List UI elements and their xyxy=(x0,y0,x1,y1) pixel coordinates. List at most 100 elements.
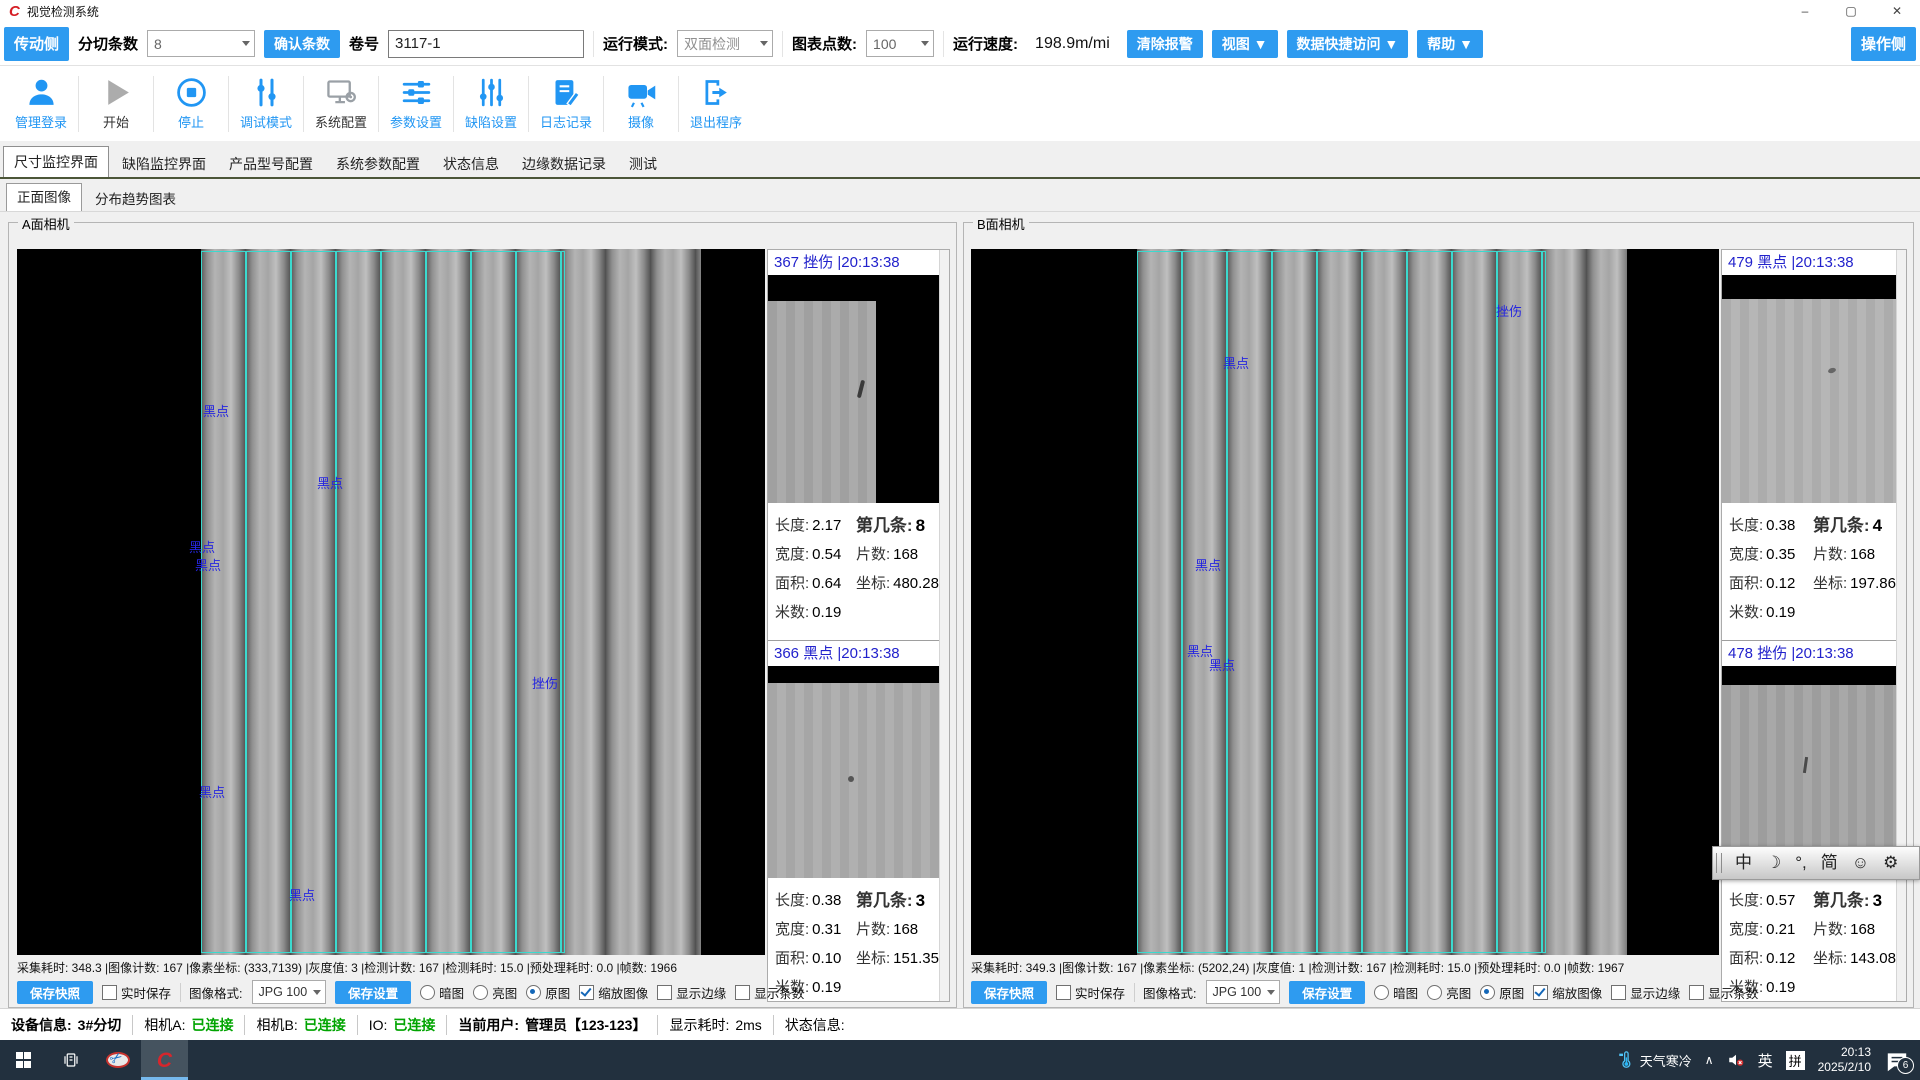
action-user[interactable]: 管理登录 xyxy=(8,76,74,131)
tab-3[interactable]: 系统参数配置 xyxy=(326,151,430,177)
show-edges-checkbox[interactable]: 显示边缘 xyxy=(657,983,726,1002)
data-quick-access-button[interactable]: 数据快捷访问 ▼ xyxy=(1287,30,1409,58)
weather-widget[interactable]: 天气寒冷 xyxy=(1617,1051,1692,1070)
checkbox-label: 显示边缘 xyxy=(1630,983,1680,1002)
action-play[interactable]: 开始 xyxy=(83,76,149,131)
action-stop[interactable]: 停止 xyxy=(158,76,224,131)
original-image-radio[interactable]: 原图 xyxy=(1480,983,1524,1002)
sliders-icon xyxy=(400,76,433,109)
operator-side-button[interactable]: 操作侧 xyxy=(1851,27,1916,61)
defect-thumbnail[interactable] xyxy=(768,666,939,878)
detail-row: 片数:168 xyxy=(856,915,939,944)
minimize-button[interactable]: – xyxy=(1782,0,1828,22)
ime-chinese-mode[interactable]: 中 xyxy=(1728,848,1759,878)
slit-count-select[interactable]: 8 xyxy=(147,30,255,57)
checkbox-icon xyxy=(657,985,672,1000)
action-tune[interactable]: 调试模式 xyxy=(233,76,299,131)
detail-value: 0.31 xyxy=(812,921,841,938)
view-menu-button[interactable]: 视图 ▼ xyxy=(1212,30,1278,58)
detail-row: 长度:0.38 xyxy=(1729,511,1813,540)
volume-muted-icon[interactable] xyxy=(1727,1051,1745,1069)
defect-entry-header[interactable]: 366 黑点 |20:13:38 xyxy=(768,641,939,666)
drive-side-button[interactable]: 传动侧 xyxy=(4,27,69,61)
ime-settings[interactable]: ⚙ xyxy=(1876,848,1905,878)
roll-number-input[interactable] xyxy=(388,30,584,58)
save-settings-button[interactable]: 保存设置 xyxy=(335,981,411,1004)
detail-value: 197.86 xyxy=(1850,575,1896,592)
language-indicator[interactable]: 英 xyxy=(1758,1050,1773,1071)
task-view-button[interactable] xyxy=(47,1040,94,1080)
tab-2[interactable]: 产品型号配置 xyxy=(219,151,323,177)
ime-fullwidth-toggle[interactable]: ☽ xyxy=(1759,848,1788,878)
run-mode-select[interactable]: 双面检测 xyxy=(677,30,773,57)
tab-6[interactable]: 测试 xyxy=(619,151,667,177)
save-snapshot-button[interactable]: 保存快照 xyxy=(17,981,93,1004)
detail-row: 第几条:8 xyxy=(856,511,939,540)
radio-label: 原图 xyxy=(545,983,570,1002)
action-vsliders[interactable]: 缺陷设置 xyxy=(458,76,524,131)
show-count-checkbox[interactable]: 显示条数 xyxy=(735,983,804,1002)
taskbar-app-snipping[interactable]: ✂ xyxy=(94,1040,141,1080)
drag-handle[interactable] xyxy=(1716,853,1722,873)
show-edges-checkbox[interactable]: 显示边缘 xyxy=(1611,983,1680,1002)
ime-language-bar: 中☽°,简☺⚙ xyxy=(1712,846,1920,880)
ime-mode-indicator[interactable]: 拼 xyxy=(1786,1051,1805,1070)
subtab-1[interactable]: 分布趋势图表 xyxy=(85,188,186,211)
zoom-image-checkbox[interactable]: 缩放图像 xyxy=(579,983,648,1002)
bright-image-radio[interactable]: 亮图 xyxy=(1427,983,1471,1002)
defect-entry-header[interactable]: 479 黑点 |20:13:38 xyxy=(1722,250,1896,275)
chart-points-select[interactable]: 100 xyxy=(866,30,934,57)
help-menu-button[interactable]: 帮助 ▼ xyxy=(1417,30,1483,58)
camera-b-image: 挫伤黑点黑点黑点黑点 xyxy=(971,249,1719,955)
status-segment: 显示耗时:2ms xyxy=(658,1015,773,1035)
action-camera[interactable]: 摄像 xyxy=(608,76,674,131)
original-image-radio[interactable]: 原图 xyxy=(526,983,570,1002)
ime-punctuation-toggle[interactable]: °, xyxy=(1788,848,1814,878)
action-sliders[interactable]: 参数设置 xyxy=(383,76,449,131)
action-exit[interactable]: 退出程序 xyxy=(683,76,749,131)
action-monitor[interactable]: 系统配置 xyxy=(308,76,374,131)
ime-emoji-picker[interactable]: ☺ xyxy=(1845,848,1876,878)
chart-points-value: 100 xyxy=(873,36,896,52)
clock[interactable]: 20:13 2025/2/10 xyxy=(1818,1045,1871,1075)
scrollbar[interactable] xyxy=(1896,250,1906,1001)
defect-thumbnail[interactable] xyxy=(768,275,939,503)
subtab-0[interactable]: 正面图像 xyxy=(6,183,82,211)
detail-value: 0.38 xyxy=(1766,517,1795,534)
taskbar-app-vision-system[interactable]: C xyxy=(141,1040,188,1080)
chevron-down-icon xyxy=(1267,990,1275,995)
dark-image-radio[interactable]: 暗图 xyxy=(420,983,464,1002)
defect-entry-header[interactable]: 478 挫伤 |20:13:38 xyxy=(1722,641,1896,666)
tab-5[interactable]: 边缘数据记录 xyxy=(512,151,616,177)
clear-alarm-button[interactable]: 清除报警 xyxy=(1127,30,1203,58)
defect-thumbnail[interactable] xyxy=(1722,275,1896,503)
bright-image-radio[interactable]: 亮图 xyxy=(473,983,517,1002)
show-count-checkbox[interactable]: 显示条数 xyxy=(1689,983,1758,1002)
hidden-icons-chevron[interactable]: ∧ xyxy=(1705,1053,1714,1067)
realtime-save-checkbox[interactable]: 实时保存 xyxy=(102,983,171,1002)
tab-4[interactable]: 状态信息 xyxy=(433,151,509,177)
tab-1[interactable]: 缺陷监控界面 xyxy=(112,151,216,177)
detail-row: 宽度:0.35 xyxy=(1729,540,1813,569)
close-button[interactable]: ✕ xyxy=(1874,0,1920,22)
tab-0[interactable]: 尺寸监控界面 xyxy=(3,146,109,177)
notification-center-button[interactable]: 6 xyxy=(1884,1049,1910,1071)
ime-simplified-toggle[interactable]: 简 xyxy=(1814,848,1845,878)
save-snapshot-button[interactable]: 保存快照 xyxy=(971,981,1047,1004)
realtime-save-checkbox[interactable]: 实时保存 xyxy=(1056,983,1125,1002)
start-button[interactable] xyxy=(0,1040,47,1080)
save-settings-button[interactable]: 保存设置 xyxy=(1289,981,1365,1004)
radio-icon xyxy=(526,985,541,1000)
maximize-button[interactable]: ▢ xyxy=(1828,0,1874,22)
zoom-image-checkbox[interactable]: 缩放图像 xyxy=(1533,983,1602,1002)
separator xyxy=(378,76,379,132)
confirm-count-button[interactable]: 确认条数 xyxy=(264,30,340,58)
scrollbar[interactable] xyxy=(939,250,949,1001)
image-format-select[interactable]: JPG 100 xyxy=(252,980,327,1004)
roll-number-label: 卷号 xyxy=(349,33,379,54)
image-format-select[interactable]: JPG 100 xyxy=(1206,980,1281,1004)
action-log[interactable]: 日志记录 xyxy=(533,76,599,131)
dark-image-radio[interactable]: 暗图 xyxy=(1374,983,1418,1002)
detail-label: 坐标: xyxy=(1813,575,1847,592)
defect-entry-header[interactable]: 367 挫伤 |20:13:38 xyxy=(768,250,939,275)
